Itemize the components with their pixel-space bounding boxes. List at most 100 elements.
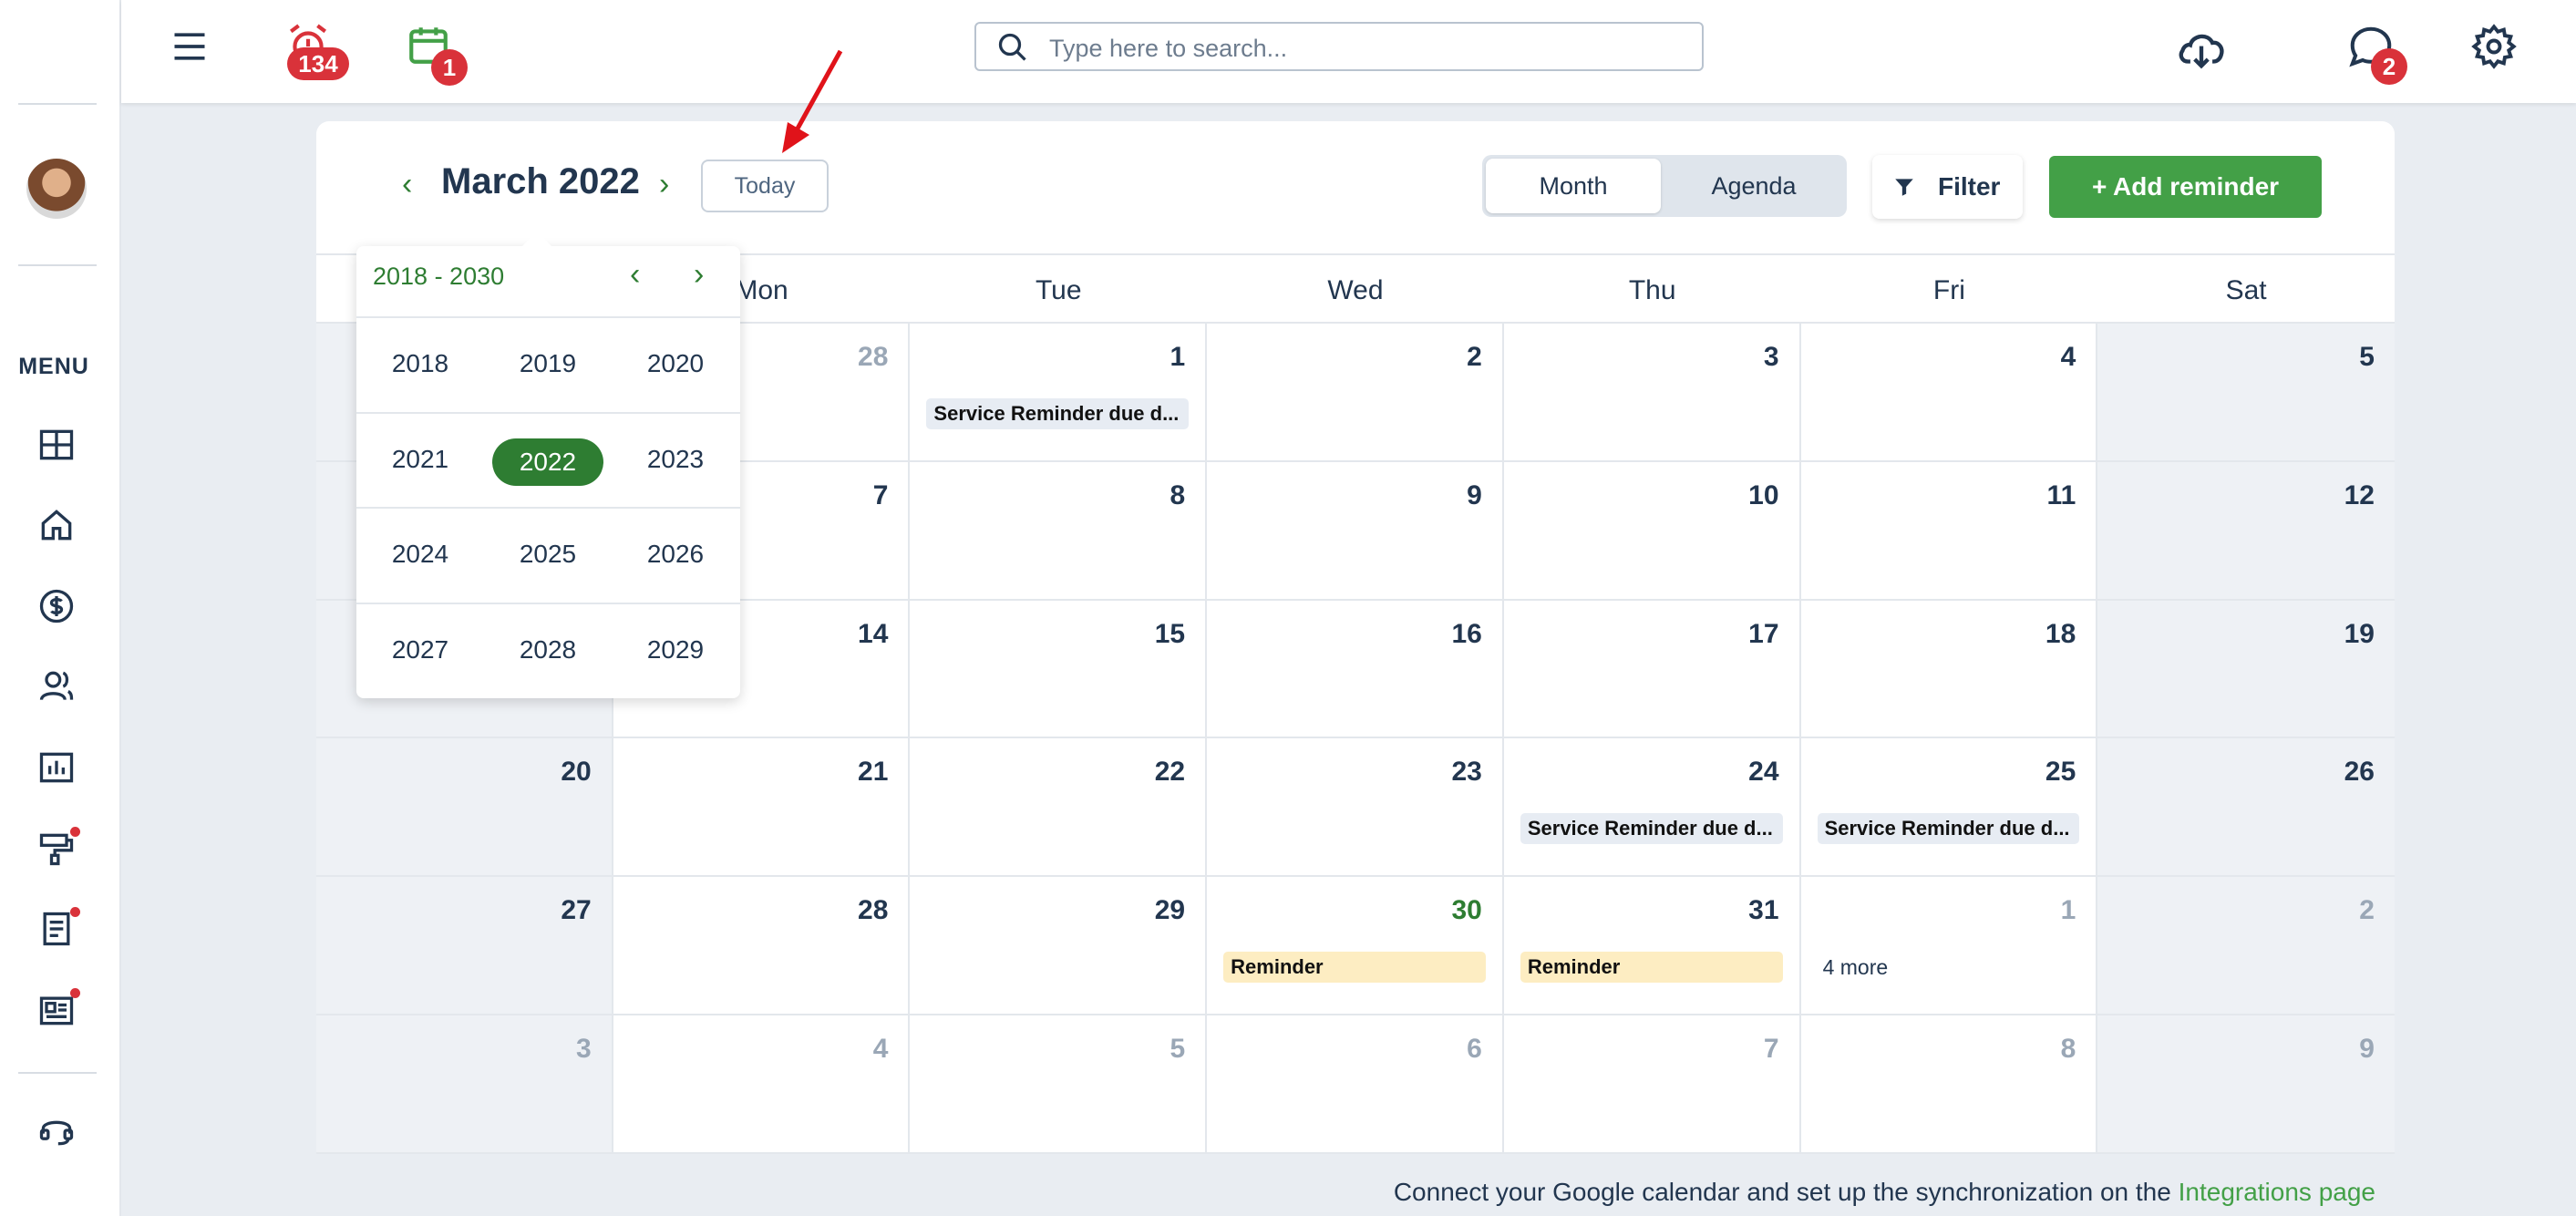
add-reminder-button[interactable]: + Add reminder bbox=[2049, 156, 2322, 218]
paint-roller-icon[interactable] bbox=[36, 827, 80, 869]
day-cell[interactable]: 23 bbox=[1207, 738, 1504, 878]
calendar-event[interactable]: Service Reminder due d... bbox=[1817, 813, 2080, 845]
day-cell[interactable]: 28 bbox=[613, 877, 911, 1015]
day-cell[interactable]: 31 Reminder bbox=[1503, 877, 1801, 1015]
day-number: 10 bbox=[1748, 479, 1779, 510]
year-row: 2027 2028 2029 bbox=[356, 602, 740, 699]
today-button[interactable]: Today bbox=[701, 160, 829, 212]
day-cell[interactable]: 25 Service Reminder due d... bbox=[1800, 738, 2098, 878]
day-cell[interactable]: 30 Reminder bbox=[1207, 877, 1504, 1015]
more-events-link[interactable]: 4 more bbox=[1823, 955, 1889, 980]
prev-range-chevron-icon[interactable]: ‹ bbox=[630, 257, 640, 293]
day-cell[interactable]: 15 bbox=[910, 600, 1208, 739]
year-option[interactable]: 2024 bbox=[356, 540, 484, 569]
cloud-download-icon[interactable] bbox=[2175, 22, 2228, 75]
day-cell[interactable]: 9 bbox=[2097, 1015, 2395, 1154]
gear-icon[interactable] bbox=[2470, 23, 2518, 70]
month-view-button[interactable]: Month bbox=[1486, 159, 1661, 213]
day-number: 6 bbox=[1467, 1034, 1482, 1064]
day-cell[interactable]: 1 4 more bbox=[1800, 877, 2098, 1015]
home-icon[interactable] bbox=[36, 505, 77, 545]
day-number: 16 bbox=[1451, 618, 1482, 649]
billing-icon[interactable] bbox=[36, 586, 77, 626]
day-cell[interactable]: 8 bbox=[910, 461, 1208, 601]
document-icon[interactable] bbox=[36, 907, 80, 949]
year-option[interactable]: 2029 bbox=[612, 635, 739, 665]
next-month-chevron-icon[interactable]: › bbox=[659, 167, 669, 202]
calendar-event[interactable]: Service Reminder due d... bbox=[1520, 813, 1783, 845]
day-cell[interactable]: 3 bbox=[316, 1015, 613, 1154]
year-option[interactable]: 2018 bbox=[356, 349, 484, 378]
footer-text: Connect your Google calendar and set up … bbox=[1393, 1178, 2179, 1206]
day-cell[interactable]: 29 bbox=[910, 877, 1208, 1015]
day-cell[interactable]: 8 bbox=[1800, 1015, 2098, 1154]
filter-button[interactable]: Filter bbox=[1872, 155, 2023, 219]
year-option[interactable]: 2022 bbox=[492, 438, 603, 486]
weekday-label: Fri bbox=[1932, 275, 1965, 305]
reports-icon[interactable] bbox=[36, 747, 77, 788]
day-cell[interactable]: 16 bbox=[1207, 600, 1504, 739]
sidebar: MENU bbox=[0, 0, 121, 1216]
month-title[interactable]: March 2022 bbox=[441, 161, 640, 202]
day-cell[interactable]: 20 bbox=[316, 738, 613, 878]
messages-badge: 2 bbox=[2371, 48, 2407, 85]
next-range-chevron-icon[interactable]: › bbox=[694, 257, 704, 293]
day-cell[interactable]: 7 bbox=[1503, 1015, 1801, 1154]
year-option[interactable]: 2025 bbox=[484, 540, 612, 569]
year-option[interactable]: 2023 bbox=[612, 445, 739, 474]
users-icon[interactable] bbox=[36, 666, 77, 706]
year-range-label[interactable]: 2018 - 2030 bbox=[373, 263, 504, 291]
dashboard-icon[interactable] bbox=[36, 425, 77, 465]
day-cell[interactable]: 4 bbox=[1800, 324, 2098, 462]
day-cell[interactable]: 12 bbox=[2097, 461, 2395, 601]
day-number: 17 bbox=[1748, 618, 1779, 649]
day-cell[interactable]: 10 bbox=[1503, 461, 1801, 601]
year-option[interactable]: 2021 bbox=[356, 445, 484, 474]
year-option[interactable]: 2019 bbox=[484, 349, 612, 378]
day-cell[interactable]: 27 bbox=[316, 877, 613, 1015]
day-cell[interactable]: 24 Service Reminder due d... bbox=[1503, 738, 1801, 878]
day-cell[interactable]: 9 bbox=[1207, 461, 1504, 601]
hamburger-menu-icon[interactable] bbox=[170, 26, 210, 67]
weekday-label: Tue bbox=[1035, 275, 1082, 305]
day-cell[interactable]: 11 bbox=[1800, 461, 2098, 601]
day-number: 23 bbox=[1451, 757, 1482, 788]
avatar[interactable] bbox=[26, 159, 87, 219]
prev-month-chevron-icon[interactable]: ‹ bbox=[402, 167, 412, 202]
calendar-event[interactable]: Reminder bbox=[1520, 952, 1783, 984]
day-cell[interactable]: 26 bbox=[2097, 738, 2395, 878]
day-number: 21 bbox=[858, 757, 889, 788]
day-cell[interactable]: 1 Service Reminder due d... bbox=[910, 324, 1208, 462]
day-cell[interactable]: 22 bbox=[910, 738, 1208, 878]
calendar-event[interactable]: Service Reminder due d... bbox=[926, 398, 1190, 429]
day-number: 1 bbox=[1170, 342, 1186, 372]
day-cell[interactable]: 5 bbox=[910, 1015, 1208, 1154]
day-cell[interactable]: 19 bbox=[2097, 600, 2395, 739]
day-cell[interactable]: 17 bbox=[1503, 600, 1801, 739]
day-number: 8 bbox=[1170, 479, 1186, 510]
day-cell[interactable]: 2 bbox=[2097, 877, 2395, 1015]
day-number: 5 bbox=[2359, 342, 2375, 372]
year-option[interactable]: 2020 bbox=[612, 349, 739, 378]
day-cell[interactable]: 3 bbox=[1503, 324, 1801, 462]
day-cell[interactable]: 21 bbox=[613, 738, 911, 878]
day-number: 7 bbox=[1763, 1034, 1779, 1064]
agenda-view-button[interactable]: Agenda bbox=[1664, 159, 1843, 213]
year-option[interactable]: 2026 bbox=[612, 540, 739, 569]
search-input[interactable] bbox=[1047, 31, 1689, 66]
search-box[interactable] bbox=[974, 22, 1704, 71]
day-cell[interactable]: 4 bbox=[613, 1015, 911, 1154]
filter-label: Filter bbox=[1938, 172, 2001, 201]
day-cell[interactable]: 2 bbox=[1207, 324, 1504, 462]
filter-icon bbox=[1895, 179, 1913, 196]
news-icon[interactable] bbox=[36, 988, 80, 1030]
calendar-event[interactable]: Reminder bbox=[1223, 952, 1486, 984]
day-number: 24 bbox=[1748, 757, 1779, 788]
support-icon[interactable] bbox=[36, 1110, 77, 1150]
integrations-link[interactable]: Integrations page bbox=[2179, 1178, 2375, 1206]
day-cell[interactable]: 18 bbox=[1800, 600, 2098, 739]
day-cell[interactable]: 5 bbox=[2097, 324, 2395, 462]
year-option[interactable]: 2028 bbox=[484, 635, 612, 665]
year-option[interactable]: 2027 bbox=[356, 635, 484, 665]
day-cell[interactable]: 6 bbox=[1207, 1015, 1504, 1154]
